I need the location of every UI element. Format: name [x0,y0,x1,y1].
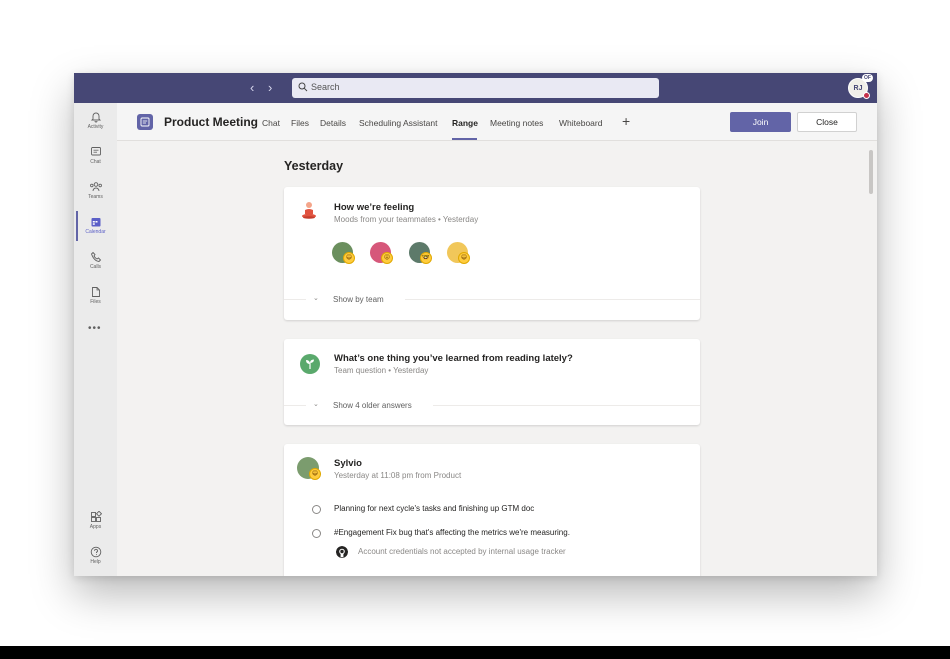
task-checkbox[interactable] [312,529,321,538]
meditation-icon [302,202,316,219]
github-icon [336,546,348,558]
chat-icon [90,147,101,156]
search-placeholder: Search [311,82,340,92]
phone-icon [90,251,101,262]
app-rail: Activity Chat Teams Calendar Calls Files… [74,103,117,576]
day-heading: Yesterday [284,159,344,173]
divider [433,405,700,406]
close-button[interactable]: Close [797,112,857,132]
file-icon [91,287,100,297]
chevron-down-icon: ⌄ [313,401,319,408]
rail-item-teams[interactable]: Teams [74,181,117,213]
teammate-avatar[interactable]: 😄 [447,242,470,264]
user-badge: OF [862,74,873,82]
team-question-card: What’s one thing you’ve learned from rea… [284,339,700,425]
scrollbar-thumb[interactable] [869,150,873,194]
bottom-black-band [0,646,950,659]
tab-whiteboard[interactable]: Whiteboard [559,118,602,128]
mood-emoji-icon: 😄 [309,468,321,480]
user-initials: RJ [853,85,863,92]
tab-scheduling-assistant[interactable]: Scheduling Assistant [359,118,437,128]
more-apps-icon[interactable]: ••• [88,323,102,334]
rail-label: Apps [89,524,102,530]
task-text: #Engagement Fix bug that's affecting the… [334,528,570,537]
mood-card: How we’re feeling Moods from your teamma… [284,187,700,320]
linked-issue-link[interactable]: Account credentials not accepted by inte… [358,547,566,556]
tab-files[interactable]: Files [291,118,309,128]
teammate-avatar[interactable]: 😄 [332,242,355,264]
author-avatar[interactable]: 😄 [297,457,321,480]
rail-item-chat[interactable]: Chat [74,146,117,178]
card-title: How we’re feeling [334,202,415,213]
add-tab-icon[interactable]: + [622,113,630,129]
search-icon [298,82,308,92]
help-icon [90,546,101,558]
mood-emoji-icon: 😄 [458,252,470,264]
status-dot-icon [863,92,870,99]
rail-item-files[interactable]: Files [74,286,117,318]
rail-label: Activity [87,124,104,130]
meeting-header: Product Meeting Chat Files Details Sched… [117,103,877,141]
mood-avatars: 😄 😝 🤓 😄 [332,242,492,266]
divider [284,405,306,406]
mood-emoji-icon: 😄 [343,252,355,264]
active-tab-underline [452,138,477,140]
forward-arrow-icon[interactable]: › [268,80,272,96]
rail-label: Files [90,299,101,305]
feed-area[interactable]: Yesterday How we’re feeling Moods from y… [117,142,877,576]
calendar-icon [91,218,100,227]
divider [405,299,700,300]
back-arrow-icon[interactable]: ‹ [250,80,254,96]
mood-emoji-icon: 😝 [381,252,393,264]
rail-item-calls[interactable]: Calls [74,251,117,283]
user-avatar[interactable]: RJ OF [848,74,873,99]
task-checkbox[interactable] [312,505,321,514]
divider [284,299,306,300]
card-subtitle: Team question • Yesterday [334,366,429,375]
page-title: Product Meeting [164,115,259,129]
post-author[interactable]: Sylvio [334,458,362,469]
teammate-avatar[interactable]: 🤓 [409,242,432,264]
card-subtitle: Moods from your teammates • Yesterday [334,215,479,224]
show-by-team-link[interactable]: Show by team [333,295,384,304]
teams-icon [89,182,102,192]
plant-icon [300,354,320,374]
tab-range[interactable]: Range [452,118,478,128]
rail-item-calendar[interactable]: Calendar [74,216,117,248]
task-text: Planning for next cycle's tasks and fini… [334,504,535,513]
rail-item-apps[interactable]: Apps [74,511,117,543]
rail-label: Teams [88,194,103,200]
teams-window: ‹ › Search RJ OF Activity Chat Teams Cal… [74,73,877,576]
mood-emoji-icon: 🤓 [420,252,432,264]
teammate-avatar[interactable]: 😝 [370,242,393,264]
card-title: What’s one thing you’ve learned from rea… [334,353,573,364]
apps-icon [90,511,102,522]
chevron-down-icon: ⌄ [313,295,319,302]
rail-label: Help [90,559,101,565]
post-card: 😄 Sylvio Yesterday at 11:08 pm from Prod… [284,444,700,576]
tab-details[interactable]: Details [320,118,346,128]
search-input[interactable]: Search [292,78,659,98]
tab-meeting-notes[interactable]: Meeting notes [490,118,543,128]
rail-label: Calls [89,264,102,270]
meeting-icon [137,114,153,130]
rail-item-help[interactable]: Help [74,546,117,576]
title-bar: ‹ › Search RJ OF [74,73,877,103]
join-button[interactable]: Join [730,112,791,132]
rail-label: Chat [90,159,101,165]
post-meta: Yesterday at 11:08 pm from Product [334,471,462,480]
rail-label: Calendar [85,229,106,235]
show-older-answers-link[interactable]: Show 4 older answers [333,401,412,410]
tab-chat[interactable]: Chat [262,118,280,128]
rail-item-activity[interactable]: Activity [74,111,117,143]
bell-icon [90,112,101,123]
